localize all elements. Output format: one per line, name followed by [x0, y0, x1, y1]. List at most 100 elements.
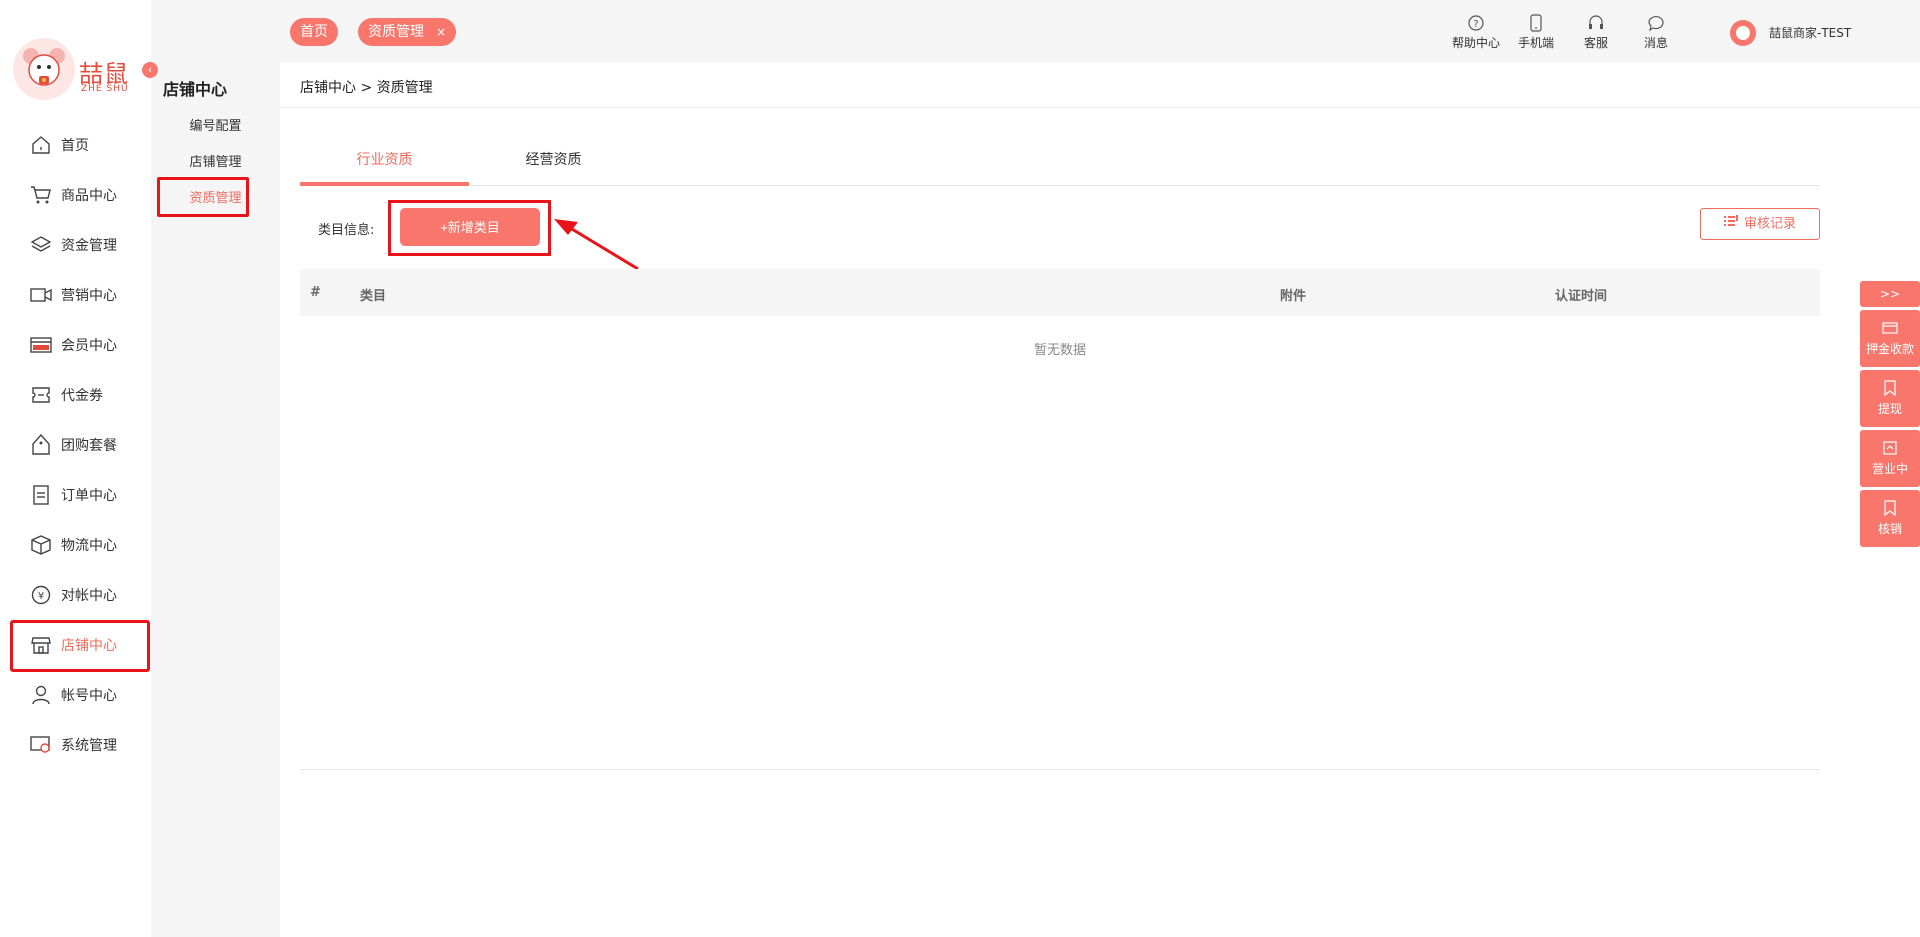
order-icon — [30, 484, 52, 506]
mouse-mascot-icon — [13, 38, 75, 100]
withdraw-button[interactable]: 提现 — [1860, 370, 1920, 427]
table-header: # 类目 附件 认证时间 — [300, 269, 1820, 316]
sidebar-item-reconciliation[interactable]: ¥ 对帐中心 — [0, 570, 151, 620]
messages-button[interactable]: 消息 — [1628, 14, 1684, 51]
user-icon — [30, 684, 52, 706]
category-table: # 类目 附件 认证时间 暂无数据 — [300, 269, 1820, 770]
sidebar-item-label: 物流中心 — [61, 538, 117, 554]
sidebar-item-account[interactable]: 帐号中心 — [0, 670, 151, 720]
sidebar-item-label: 系统管理 — [61, 738, 117, 754]
system-icon — [30, 734, 52, 756]
category-info-label: 类目信息: — [318, 223, 375, 238]
close-icon[interactable]: × — [436, 25, 446, 39]
tab-qualification[interactable]: 资质管理 × — [358, 18, 457, 46]
tab-label: 首页 — [300, 24, 328, 40]
help-center-button[interactable]: ? 帮助中心 — [1448, 14, 1504, 51]
submenu-item-number-config[interactable]: 编号配置 — [151, 115, 280, 134]
deposit-collection-button[interactable]: 押金收款 — [1860, 310, 1920, 367]
tab-home[interactable]: 首页 — [290, 18, 338, 46]
tool-label: 客服 — [1583, 36, 1608, 50]
sidebar-item-store[interactable]: 店铺中心 — [0, 620, 151, 672]
tool-label: 消息 — [1643, 36, 1668, 50]
column-category: 类目 — [360, 289, 387, 304]
tool-label: 手机端 — [1517, 36, 1554, 50]
shop-icon — [1882, 440, 1898, 456]
sidebar-item-members[interactable]: 会员中心 — [0, 320, 151, 370]
sidebar-item-home[interactable]: 首页 — [0, 120, 151, 170]
sidebar-item-label: 帐号中心 — [61, 688, 117, 704]
sidebar-item-label: 营销中心 — [61, 288, 117, 304]
sidebar-item-label: 商品中心 — [61, 188, 117, 204]
sidebar-item-logistics[interactable]: 物流中心 — [0, 520, 151, 570]
sidebar-item-group-buy[interactable]: 团购套餐 — [0, 420, 151, 470]
sidebar-item-funds[interactable]: 资金管理 — [0, 220, 151, 270]
main-content: 店铺中心 > 资质管理 行业资质 经营资质 类目信息: +新增类目 审核记录 #… — [280, 63, 1920, 937]
bookmark-icon — [1882, 380, 1898, 397]
tab-business-qualification[interactable]: 经营资质 — [469, 145, 638, 185]
sidebar-item-vouchers[interactable]: 代金券 — [0, 370, 151, 420]
business-status-button[interactable]: 营业中 — [1860, 430, 1920, 487]
float-item-label: 核销 — [1877, 522, 1902, 536]
yen-icon: ¥ — [30, 584, 52, 606]
sidebar-item-system[interactable]: 系统管理 — [0, 720, 151, 770]
float-item-label: 提现 — [1877, 402, 1902, 416]
sidebar-item-products[interactable]: 商品中心 — [0, 170, 151, 220]
sidebar-nav: 首页 商品中心 资金管理 营销中心 会员中心 代金券 团购套餐 订单中心 物流中… — [0, 120, 151, 770]
submenu-item-store-management[interactable]: 店铺管理 — [151, 151, 280, 170]
list-icon — [1723, 209, 1738, 239]
divider — [280, 107, 1920, 108]
brand-logo[interactable]: 喆鼠 ZHE SHU — [13, 38, 131, 102]
breadcrumb: 店铺中心 > 资质管理 — [300, 80, 433, 96]
marketing-icon — [30, 284, 52, 306]
username[interactable]: 喆鼠商家-TEST — [1769, 24, 1851, 41]
sidebar-item-orders[interactable]: 订单中心 — [0, 470, 151, 520]
float-item-label: 营业中 — [1871, 462, 1908, 476]
store-icon — [30, 634, 52, 656]
sidebar-item-label: 订单中心 — [61, 488, 117, 504]
phone-icon — [1527, 14, 1545, 32]
headset-icon — [1587, 14, 1605, 32]
submenu-item-qualification[interactable]: 资质管理 — [151, 177, 280, 217]
verify-button[interactable]: 核销 — [1860, 490, 1920, 547]
submenu-title: 店铺中心 — [163, 80, 228, 99]
highlight-box — [388, 200, 551, 256]
help-icon: ? — [1467, 14, 1485, 32]
sidebar-item-label: 团购套餐 — [61, 438, 117, 454]
tool-label: 帮助中心 — [1451, 36, 1500, 50]
voucher-icon — [30, 384, 52, 406]
brand-name-en: ZHE SHU — [81, 84, 129, 94]
vip-card-icon — [30, 334, 52, 356]
column-index: # — [310, 285, 321, 300]
tag-icon — [30, 434, 52, 456]
sidebar-item-label: 代金券 — [61, 388, 103, 404]
sidebar-item-label: 对帐中心 — [61, 588, 117, 604]
tab-label: 资质管理 — [368, 24, 424, 40]
mouse-mascot-icon — [1736, 26, 1750, 40]
sidebar-item-label: 店铺中心 — [61, 638, 117, 654]
qualification-tabs: 行业资质 经营资质 — [300, 145, 1820, 186]
verify-icon — [1882, 500, 1898, 517]
message-icon — [1647, 14, 1665, 32]
sidebar-item-label: 资金管理 — [61, 238, 117, 254]
expand-toggle-button[interactable]: >> — [1860, 281, 1920, 307]
tab-industry-qualification[interactable]: 行业资质 — [300, 145, 469, 186]
sidebar-item-marketing[interactable]: 营销中心 — [0, 270, 151, 320]
home-icon — [30, 134, 52, 156]
mobile-button[interactable]: 手机端 — [1508, 14, 1564, 51]
sidebar-item-label: 首页 — [61, 138, 89, 154]
svg-text:¥: ¥ — [38, 591, 44, 602]
chevron-left-icon[interactable]: ‹ — [142, 62, 158, 78]
column-certification-time: 认证时间 — [1555, 289, 1608, 304]
main-sidebar: 喆鼠 ZHE SHU 首页 商品中心 资金管理 营销中心 会员中心 代金券 团购… — [0, 0, 151, 937]
customer-service-button[interactable]: 客服 — [1568, 14, 1624, 51]
audit-record-label: 审核记录 — [1743, 216, 1796, 232]
float-item-label: 押金收款 — [1865, 342, 1914, 356]
card-icon — [1882, 320, 1898, 336]
floating-action-bar: >> 押金收款 提现 营业中 核销 — [1860, 281, 1920, 550]
empty-state: 暂无数据 — [1033, 343, 1086, 358]
avatar[interactable] — [1730, 20, 1756, 46]
column-attachment: 附件 — [1280, 289, 1307, 304]
store-submenu: 店铺中心 编号配置 店铺管理 资质管理 — [151, 0, 280, 937]
audit-record-button[interactable]: 审核记录 — [1700, 208, 1820, 240]
top-header: 首页 资质管理 × ? 帮助中心 手机端 客服 消息 喆鼠商家-TEST — [280, 0, 1920, 63]
